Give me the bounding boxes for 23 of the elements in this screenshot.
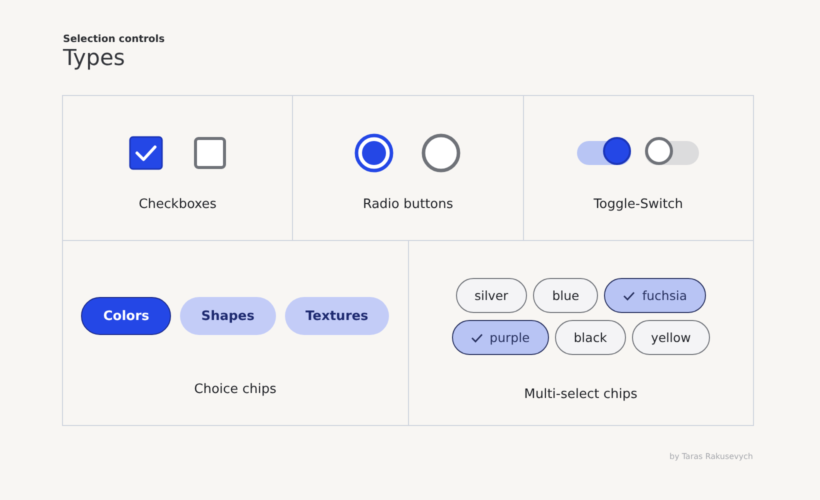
author-credit: by Taras Rakusevych <box>670 452 753 461</box>
section-title: Types <box>63 45 126 73</box>
section-eyebrow: Selection controls <box>63 34 166 45</box>
check-icon <box>470 332 483 342</box>
filter-chip[interactable]: silver <box>456 278 528 313</box>
checked-checkbox[interactable] <box>128 136 163 170</box>
cell-label: Checkboxes <box>138 197 217 212</box>
check-icon <box>623 290 636 300</box>
filter-chip[interactable]: purple <box>452 320 549 355</box>
filter-chip[interactable]: yellow <box>632 320 710 355</box>
choice-chip[interactable]: Textures <box>284 297 390 335</box>
filter-chip[interactable]: blue <box>533 278 598 313</box>
choice-chip[interactable]: Shapes <box>180 297 276 335</box>
filter-chip[interactable]: fuchsia <box>604 278 706 313</box>
cell-label: Choice chips <box>194 382 276 397</box>
cell-label: Toggle-Switch <box>594 197 684 212</box>
radio-button[interactable] <box>421 133 462 173</box>
filter-chip[interactable]: black <box>554 320 626 355</box>
selected-radio-button[interactable] <box>354 133 394 173</box>
cell-label: Radio buttons <box>362 197 454 212</box>
checkbox[interactable] <box>192 136 227 170</box>
cell-label: Multi-select chips <box>524 387 638 402</box>
choice-chip[interactable]: Colors <box>81 297 172 335</box>
